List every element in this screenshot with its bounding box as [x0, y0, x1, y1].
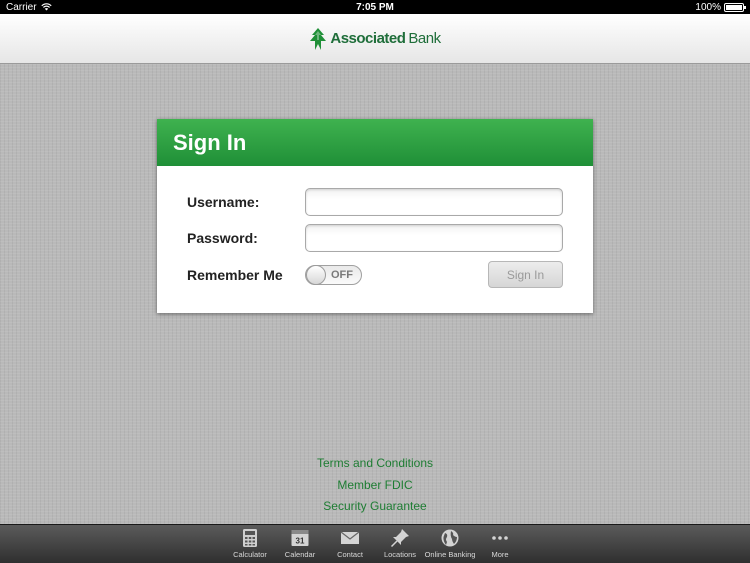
calculator-icon — [243, 529, 257, 547]
tab-contact[interactable]: Contact — [325, 525, 375, 563]
username-label: Username: — [187, 194, 260, 210]
calendar-icon: 31 — [291, 530, 309, 546]
carrier-label: Carrier — [6, 1, 37, 13]
security-guarantee-link[interactable]: Security Guarantee — [0, 496, 750, 518]
tab-online-banking[interactable]: Online Banking — [425, 525, 475, 563]
sign-in-title: Sign In — [157, 119, 593, 166]
password-label: Password: — [187, 230, 258, 246]
toggle-knob — [306, 265, 326, 285]
remember-me-toggle[interactable]: OFF — [305, 265, 362, 285]
tab-calculator[interactable]: Calculator — [225, 525, 275, 563]
battery-percent: 100% — [695, 1, 721, 13]
remember-me-label: Remember Me — [187, 267, 283, 283]
footer-links: Terms and Conditions Member FDIC Securit… — [0, 453, 750, 518]
wifi-icon — [40, 3, 52, 11]
remember-row: Remember Me OFF — [187, 265, 362, 285]
tab-bar: Calculator 31 Calendar Contact Locations… — [0, 524, 750, 563]
username-row: Username: — [187, 188, 563, 216]
envelope-icon — [340, 531, 360, 544]
status-time: 7:05 PM — [356, 1, 394, 13]
sign-in-panel: Sign In Username: Password: Remember Me … — [157, 119, 593, 313]
tab-more[interactable]: More — [475, 525, 525, 563]
status-right: 100% — [695, 1, 746, 13]
password-row: Password: — [187, 224, 563, 252]
sign-in-button[interactable]: Sign In — [488, 261, 563, 288]
tab-locations[interactable]: Locations — [375, 525, 425, 563]
tab-label-more: More — [491, 550, 509, 559]
tab-label-calendar: Calendar — [284, 550, 316, 559]
app-header: Associated Bank — [0, 14, 750, 64]
tab-label-locations: Locations — [383, 550, 417, 559]
username-input[interactable] — [305, 188, 563, 216]
logo-text-bold: Associated — [330, 30, 406, 47]
logo-text: Bank — [408, 30, 441, 47]
pushpin-icon — [390, 529, 409, 548]
tab-calendar[interactable]: 31 Calendar — [275, 525, 325, 563]
member-fdic-link[interactable]: Member FDIC — [0, 475, 750, 497]
tab-label-contact: Contact — [337, 550, 363, 559]
tab-label-online-banking: Online Banking — [424, 550, 476, 559]
terms-and-conditions-link[interactable]: Terms and Conditions — [0, 453, 750, 475]
password-input[interactable] — [305, 224, 563, 252]
tree-logo-icon — [310, 27, 327, 50]
battery-icon — [724, 2, 746, 12]
associated-bank-logo: Associated Bank — [309, 27, 441, 50]
tab-label-calculator: Calculator — [233, 550, 267, 559]
globe-icon — [441, 529, 459, 547]
more-icon — [492, 536, 508, 540]
status-bar: Carrier 7:05 PM 100% — [0, 0, 750, 14]
status-left: Carrier — [6, 2, 52, 13]
calendar-day: 31 — [296, 537, 305, 546]
toggle-state-text: OFF — [331, 269, 353, 281]
